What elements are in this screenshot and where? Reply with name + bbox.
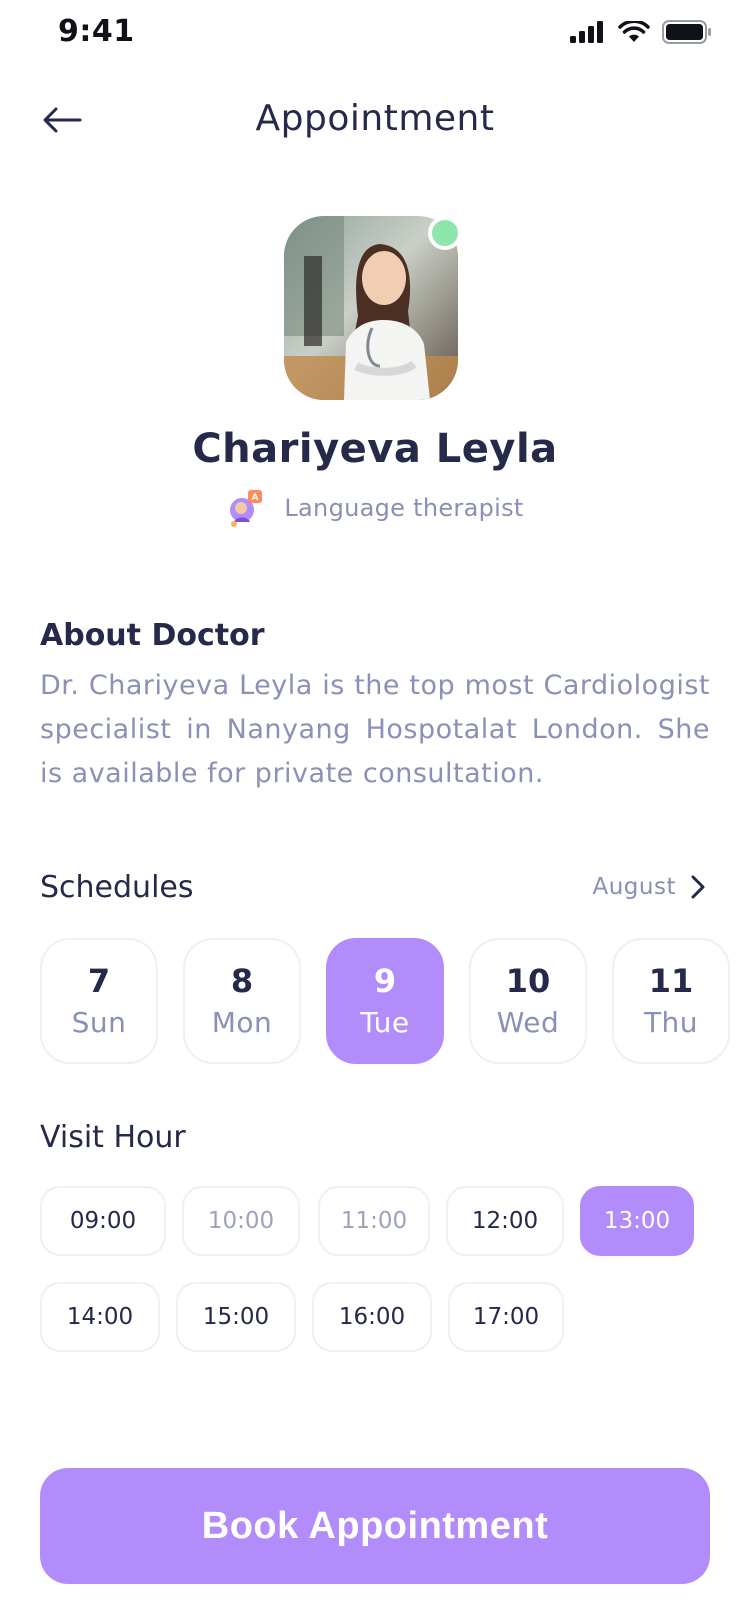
hour-slot[interactable]: 15:00: [176, 1282, 296, 1352]
day-name: Mon: [211, 1006, 273, 1039]
online-status-dot: [428, 216, 462, 250]
schedules-title: Schedules: [40, 870, 194, 905]
status-icons: [570, 20, 712, 44]
about-doctor-text: Dr. Chariyeva Leyla is the top most Card…: [40, 670, 710, 789]
hour-slot[interactable]: 14:00: [40, 1282, 160, 1352]
specialty-label: Language therapist: [284, 494, 524, 522]
book-appointment-button[interactable]: Book Appointment: [40, 1468, 710, 1584]
day-name: Sun: [71, 1006, 127, 1039]
wifi-icon: [618, 21, 650, 42]
header: Appointment: [0, 80, 750, 160]
day-card[interactable]: 7 Sun: [40, 938, 158, 1064]
day-number: 7: [87, 962, 111, 1000]
hour-slot[interactable]: 16:00: [312, 1282, 432, 1352]
about-doctor-title: About Doctor: [40, 618, 265, 653]
day-name: Thu: [643, 1006, 699, 1039]
day-card-selected[interactable]: 9 Tue: [326, 938, 444, 1064]
doctor-name: Chariyeva Leyla: [192, 426, 558, 472]
day-card[interactable]: 8 Mon: [183, 938, 301, 1064]
day-number: 10: [505, 962, 551, 1000]
day-name: Tue: [360, 1006, 410, 1039]
signal-icon: [570, 21, 603, 43]
schedule-days: 7 Sun 8 Mon 9 Tue 10 Wed 11 Thu: [40, 936, 750, 1066]
svg-text:A: A: [252, 493, 259, 503]
page-title: Appointment: [255, 98, 495, 139]
hour-slot-disabled[interactable]: 10:00: [182, 1186, 300, 1256]
hour-slot-disabled[interactable]: 11:00: [318, 1186, 430, 1256]
hour-slot[interactable]: 09:00: [40, 1186, 166, 1256]
day-number: 11: [648, 962, 694, 1000]
doctor-avatar-container: [284, 216, 462, 400]
visit-hour-title: Visit Hour: [40, 1120, 186, 1155]
month-label: August: [592, 874, 676, 900]
doctor-specialty: A Language therapist: [0, 488, 750, 528]
battery-icon: [662, 20, 711, 44]
day-card[interactable]: 10 Wed: [469, 938, 587, 1064]
day-name: Wed: [496, 1006, 560, 1039]
day-number: 8: [230, 962, 254, 1000]
hour-slot-selected[interactable]: 13:00: [580, 1186, 694, 1256]
chevron-right-icon: [691, 875, 705, 899]
language-therapist-icon: A: [230, 490, 263, 527]
day-number: 9: [373, 962, 397, 1000]
status-bar: 9:41: [0, 0, 750, 64]
hour-slot[interactable]: 17:00: [448, 1282, 564, 1352]
day-card[interactable]: 11 Thu: [612, 938, 730, 1064]
hour-slot[interactable]: 12:00: [446, 1186, 564, 1256]
status-time: 9:41: [58, 14, 135, 49]
month-selector[interactable]: August: [593, 874, 707, 900]
